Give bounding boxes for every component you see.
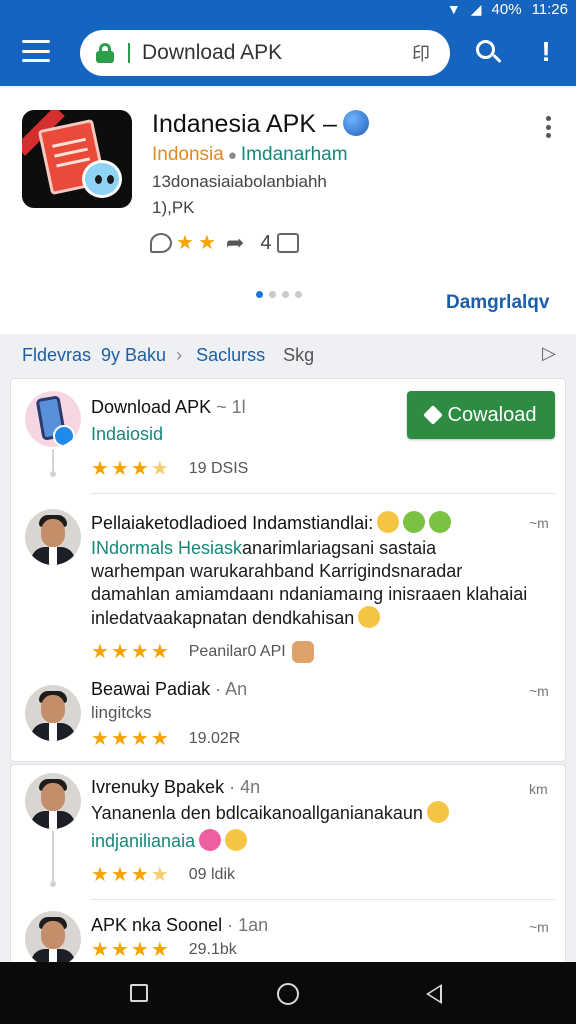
hand-icon (291, 641, 314, 663)
share-icon[interactable]: ➦ (226, 230, 244, 256)
avatar[interactable] (25, 911, 81, 967)
tag-icon (422, 405, 443, 425)
location-icon: ● (227, 147, 237, 164)
comment-rating: ★ ★ ★ ★ 29.1bk (91, 939, 237, 961)
comment-title: APK nka Soonel · 1an (91, 915, 269, 935)
wifi-icon: ▼ (446, 1, 461, 17)
comment-rating: ★ ★ ★ ★ 09 ldik (91, 864, 235, 886)
comment-stat: 29.1bk (188, 941, 237, 958)
emoji-icon (429, 511, 452, 533)
app-size: 1),PK (152, 198, 195, 217)
search-query: Download APK (142, 41, 283, 64)
system-nav-bar (0, 962, 576, 1024)
comment-time: ~m (529, 683, 549, 699)
more-options-icon[interactable] (546, 116, 552, 138)
featured-title: Download APK ~ 1l (91, 397, 246, 417)
avatar[interactable] (25, 509, 81, 565)
star-icon: ★ (197, 232, 216, 254)
comment-title: Ivrenuky Bpakek · 4n (91, 777, 261, 797)
app-avatar (25, 391, 81, 447)
app-title: Indanesia APK – (152, 110, 369, 139)
download-link[interactable]: Damgrlalqv (446, 292, 549, 314)
emoji-icon (199, 829, 222, 851)
thread-end (50, 471, 56, 477)
app-rating-row: ★ ★ ➦ 4 (150, 230, 300, 256)
comment-body: INdormals Hesiaskanarimlariagsani sastai… (91, 538, 528, 628)
comment-tag: indjanilianaia (91, 829, 248, 852)
comment-time: ~m (529, 515, 549, 531)
breadcrumb-item[interactable]: Saclurss (196, 345, 265, 366)
emoji-icon (358, 606, 381, 628)
comment-stat: 19.02R (188, 730, 241, 747)
lock-icon (94, 43, 116, 63)
app-meta: 13donasiaiabolanbiahh (152, 172, 327, 191)
comment-stat: 09 ldik (188, 866, 235, 883)
chevron-right-icon[interactable]: ▷ (542, 343, 556, 364)
status-bar: ▼ ◢ 40% 11:26 (447, 0, 568, 18)
emoji-icon (225, 829, 248, 851)
recents-icon[interactable] (130, 984, 148, 1002)
search-input[interactable]: Download APK 印 (80, 30, 450, 76)
globe-icon (342, 110, 369, 136)
rating-count: 4 (260, 231, 272, 254)
featured-subtitle: Indaiosid (91, 424, 164, 444)
breadcrumb-item[interactable]: 9y Baku (101, 345, 166, 366)
carousel-pager (256, 291, 302, 298)
chevron-right-icon: › (176, 344, 183, 365)
back-icon[interactable] (426, 984, 442, 1004)
comment-stat: Peanilar0 API (188, 643, 286, 660)
battery-level: 40% (491, 0, 522, 18)
search-icon[interactable] (476, 40, 504, 68)
breadcrumb-item[interactable]: Skg (283, 345, 314, 366)
avatar[interactable] (25, 773, 81, 829)
emoji-icon (426, 801, 449, 823)
featured-rating: ★ ★ ★ ★ 19 DSIS (91, 458, 249, 480)
avatar[interactable] (25, 685, 81, 741)
comment-title: Beawai Padiak · An (91, 679, 248, 699)
comment-time: km (529, 781, 548, 797)
divider (91, 493, 555, 494)
app-icon (22, 110, 132, 208)
comment-rating: ★ ★ ★ ★ 19.02R (91, 728, 241, 750)
star-icon: ★ (176, 232, 194, 254)
comment-icon[interactable] (150, 233, 172, 253)
emoji-icon (377, 511, 400, 533)
signal-icon: ◢ (470, 1, 482, 17)
menu-icon[interactable] (22, 40, 50, 62)
thread-line (52, 831, 54, 881)
review-card: Ivrenuky Bpakek · 4n km Yananenla den bd… (10, 764, 566, 967)
gallery-icon[interactable] (277, 233, 300, 253)
breadcrumb-item[interactable]: Fldevras (22, 345, 91, 366)
review-card: Download APK ~ 1l Indaiosid ★ ★ ★ ★ 19 DSIS… (10, 378, 566, 762)
app-bar: ▼ ◢ 40% 11:26 Download APK 印 ! (0, 0, 576, 86)
text-cursor (128, 43, 130, 63)
app-developer[interactable]: Indonsia ● Imdanarham (152, 144, 348, 166)
app-header-card: Indanesia APK – Indonsia ● Imdanarham 13do… (0, 88, 576, 334)
divider (91, 899, 555, 900)
thread-line (52, 449, 54, 471)
comment-body: Yananenla den bdlcaikanoallganianakaun (91, 801, 551, 825)
comment-subtitle: lingitcks (91, 703, 152, 722)
clock: 11:26 (531, 0, 568, 18)
featured-stat: 19 DSIS (188, 460, 249, 477)
emoji-icon (403, 511, 426, 533)
install-button[interactable]: Cowaload (407, 391, 555, 439)
translate-icon[interactable]: 印 (412, 40, 430, 66)
breadcrumb: Fldevras 9y Baku › Saclurss Skg (0, 336, 576, 374)
comment-title: Pellaiaketodladioed Indamstiandlai: (91, 511, 452, 534)
thread-end (50, 881, 56, 887)
comment-rating: ★ ★ ★ ★ Peanilar0 API (91, 641, 314, 663)
comment-time: ~m (529, 919, 549, 935)
home-icon[interactable] (277, 983, 299, 1005)
alert-icon[interactable]: ! (536, 36, 556, 68)
